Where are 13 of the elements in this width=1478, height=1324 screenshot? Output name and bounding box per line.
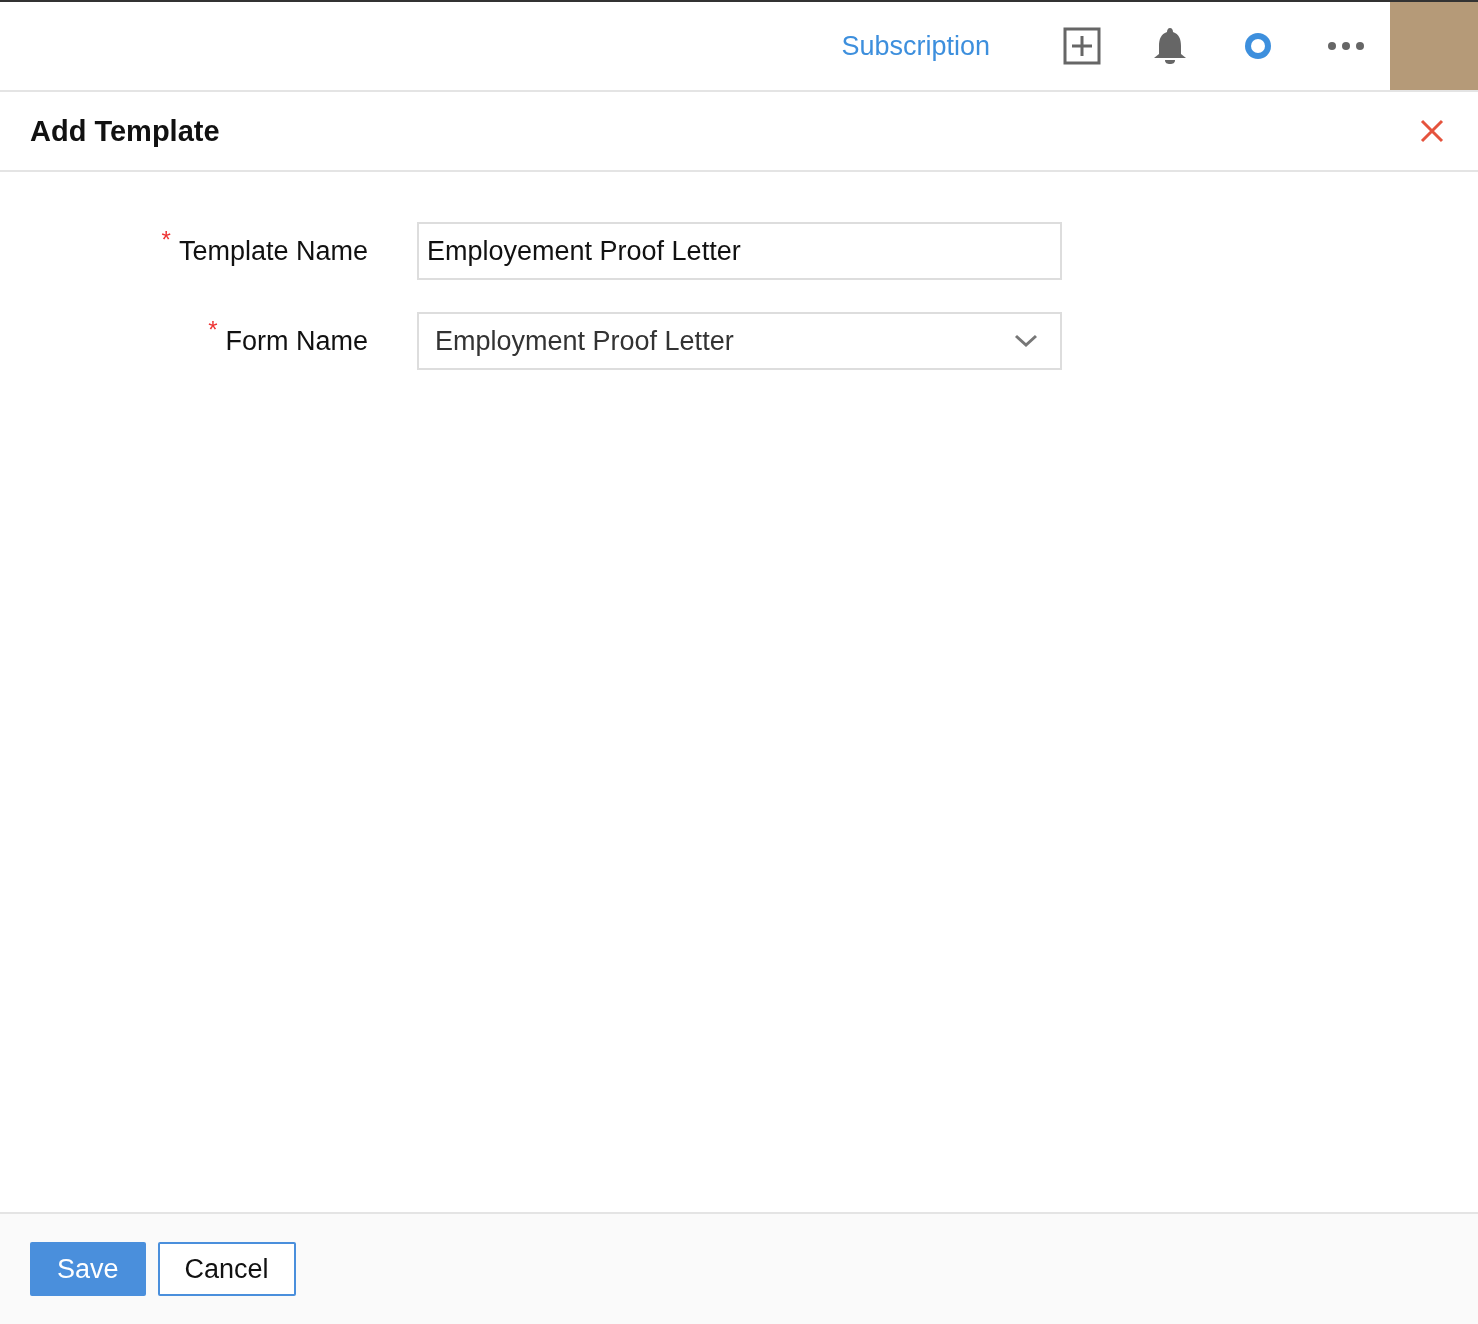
required-mark: *: [161, 225, 171, 254]
plus-square-icon[interactable]: [1063, 27, 1101, 65]
more-icon[interactable]: [1327, 41, 1365, 51]
chevron-down-icon: [1014, 334, 1038, 348]
required-mark: *: [208, 315, 218, 344]
bell-icon[interactable]: [1152, 27, 1188, 65]
field-label: Form Name: [225, 325, 368, 357]
form-name-dropdown[interactable]: Employment Proof Letter: [417, 312, 1062, 370]
cancel-button[interactable]: Cancel: [157, 1242, 296, 1296]
close-icon: [1420, 119, 1444, 143]
field-label: Template Name: [178, 235, 368, 267]
template-name-input[interactable]: Employement Proof Letter: [417, 222, 1062, 280]
panel-title: Add Template: [30, 114, 220, 148]
